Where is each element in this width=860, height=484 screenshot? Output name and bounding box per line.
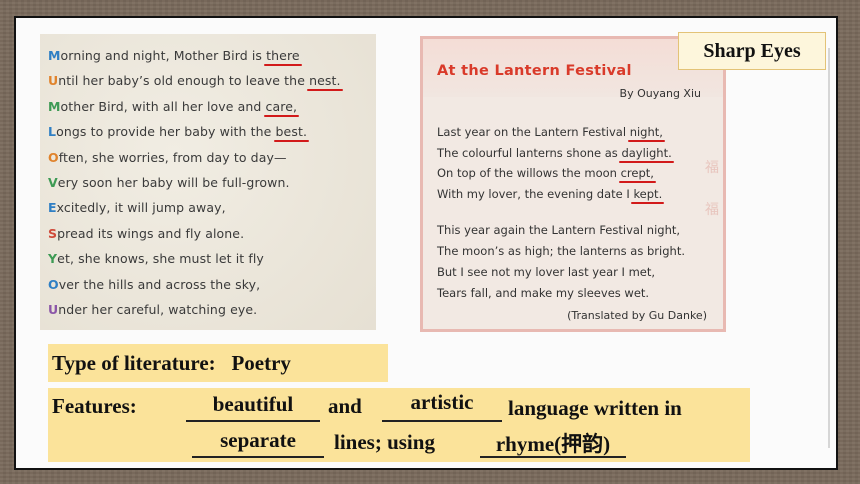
lantern-poem-credit: (Translated by Gu Danke) (567, 309, 707, 322)
poem-line-text: et, she knows, she must let it fly (57, 251, 264, 267)
lantern-line-text: On top of the willows the moon (437, 166, 621, 180)
poem-line: Under her careful, watching eye. (48, 302, 257, 317)
poem-line-text: other Bird, with all her love and (60, 98, 266, 114)
slide-canvas: Morning and night, Mother Bird is there U… (14, 16, 838, 470)
mother-bird-poem-card: Morning and night, Mother Bird is there U… (40, 34, 376, 330)
poem-line-text: ery soon her baby will be full-grown. (57, 175, 290, 190)
rhyme-word: best. (275, 124, 308, 140)
poem-line-text: xcitedly, it will jump away, (56, 200, 226, 216)
lantern-line: With my lover, the evening date I kept. (437, 187, 662, 201)
poem-line-text: ften, she worries, from day to day— (58, 149, 287, 165)
poem-line-text: orning and night, Mother Bird is (60, 48, 267, 63)
poem-line-text: ntil her baby’s old enough to leave the (58, 73, 310, 89)
lantern-line: This year again the Lantern Festival nig… (437, 223, 681, 237)
features-box: Features: beautiful and artistic languag… (48, 388, 750, 462)
and-text: and (328, 394, 362, 418)
poem-line-text: ver the hills and across the sky, (58, 276, 261, 292)
poem-line: Often, she worries, from day to day— (48, 150, 287, 165)
decorative-fu-char: 福 (705, 202, 719, 218)
poem-line: Spread its wings and fly alone. (48, 226, 244, 241)
rhyme-word: crept, (620, 166, 654, 180)
rhyme-word: care, (265, 98, 298, 114)
answer-beautiful: beautiful (212, 392, 294, 416)
acrostic-initial: U (48, 302, 59, 317)
answer-artistic: artistic (410, 390, 474, 414)
language-written-text: language written in (508, 396, 682, 420)
rhyme-word: kept. (633, 186, 663, 201)
acrostic-initial: E (48, 200, 57, 216)
lantern-line-text: The colourful lanterns shone as (437, 145, 622, 160)
acrostic-initial: O (48, 149, 59, 165)
acrostic-initial: S (48, 225, 58, 241)
poem-line-text: pread its wings and fly alone. (57, 225, 245, 241)
acrostic-initial: L (48, 124, 57, 140)
acrostic-initial: V (48, 175, 58, 190)
lantern-line: Tears fall, and make my sleeves wet. (437, 286, 650, 300)
sharp-eyes-label: Sharp Eyes (678, 32, 826, 70)
lantern-line-text: Last year on the Lantern Festival (437, 125, 630, 139)
lantern-festival-poem-card: At the Lantern Festival By Ouyang Xiu La… (420, 36, 726, 332)
poem-line: Over the hills and across the sky, (48, 277, 260, 292)
poem-line: Excitedly, it will jump away, (48, 200, 226, 215)
poem-line: Morning and night, Mother Bird is there (48, 48, 300, 63)
answer-rhyme: rhyme(押韵) (495, 432, 611, 456)
poem-line: Yet, she knows, she must let it fly (48, 251, 264, 266)
lantern-line: But I see not my lover last year I met, (437, 265, 656, 279)
poem-line-text: nder her careful, watching eye. (58, 302, 258, 317)
rhyme-word: night, (629, 125, 663, 139)
poem-line: Mother Bird, with all her love and care, (48, 99, 297, 114)
lantern-line-text: With my lover, the evening date I (437, 186, 634, 201)
lantern-line: The moon’s as high; the lanterns as brig… (437, 244, 685, 258)
acrostic-initial: U (48, 73, 59, 89)
lantern-line: On top of the willows the moon crept, (437, 166, 654, 180)
lantern-line: The colourful lanterns shone as daylight… (437, 146, 672, 160)
lantern-poem-title: At the Lantern Festival (437, 63, 632, 79)
poem-line-text: ongs to provide her baby with the (56, 124, 276, 140)
lantern-poem-author: By Ouyang Xiu (619, 87, 701, 100)
acrostic-initial: Y (48, 251, 58, 267)
lantern-line: Last year on the Lantern Festival night, (437, 125, 663, 139)
poem-line: Very soon her baby will be full-grown. (48, 175, 290, 190)
rhyme-word: nest. (309, 73, 341, 89)
lines-using-text: lines; using (334, 430, 435, 454)
rhyme-word: there (266, 48, 300, 63)
rhyme-word: daylight. (621, 145, 672, 160)
divider-line (828, 48, 830, 448)
features-label: Features: (52, 394, 137, 418)
type-label: Type of literature: (52, 350, 216, 375)
answer-separate: separate (220, 428, 296, 452)
acrostic-initial: O (48, 276, 59, 292)
type-of-literature-box: Type of literature: Poetry (48, 344, 388, 382)
acrostic-initial: M (48, 98, 61, 114)
type-value: Poetry (231, 350, 291, 375)
poem-line: Until her baby’s old enough to leave the… (48, 73, 341, 88)
poem-line: Longs to provide her baby with the best. (48, 124, 307, 139)
acrostic-initial: M (48, 48, 61, 63)
decorative-fu-char: 福 (705, 160, 719, 176)
